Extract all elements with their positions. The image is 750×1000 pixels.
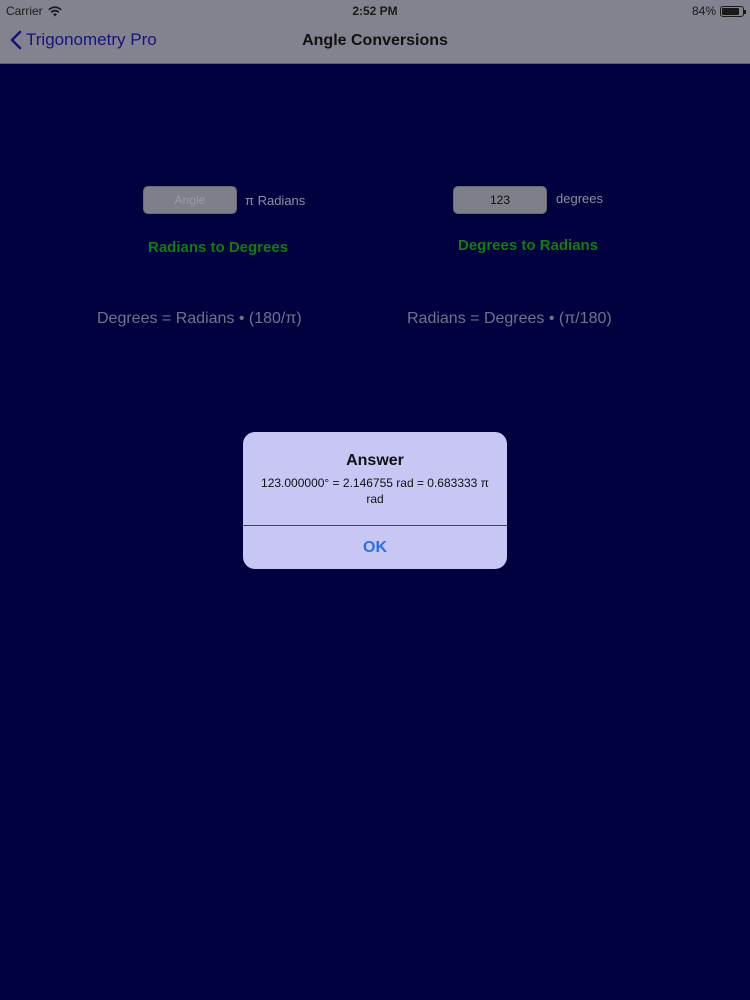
radians-input[interactable] [143, 186, 237, 214]
nav-bar: Trigonometry Pro Angle Conversions [0, 22, 750, 63]
degrees-to-radians-formula: Radians = Degrees • (π/180) [407, 310, 612, 327]
radians-unit-label: π Radians [245, 193, 306, 208]
degrees-input[interactable] [453, 186, 547, 214]
page-title: Angle Conversions [302, 32, 448, 49]
alert-message: 123.000000° = 2.146755 rad = 0.683333 π … [261, 476, 489, 506]
battery-tip [744, 9, 746, 14]
status-battery: 84% [691, 4, 746, 18]
battery-icon [720, 5, 746, 17]
degrees-unit-label: degrees [556, 191, 603, 206]
alert-title: Answer [346, 452, 404, 469]
status-bar: Carrier 2:52 PM 84% [0, 0, 750, 22]
answer-alert: Answer 123.000000° = 2.146755 rad = 0.68… [243, 432, 507, 569]
screen: Carrier 2:52 PM 84% Trigonometry Pro Ang… [0, 0, 750, 1000]
radians-to-degrees-button[interactable]: Radians to Degrees [148, 239, 288, 256]
degrees-to-radians-button[interactable]: Degrees to Radians [458, 237, 598, 254]
status-time: 2:52 PM [352, 4, 398, 18]
battery-fill [722, 7, 739, 15]
battery-percent: 84% [691, 4, 716, 18]
radians-to-degrees-formula: Degrees = Radians • (180/π) [97, 310, 302, 327]
top-bars: Carrier 2:52 PM 84% Trigonometry Pro Ang… [0, 0, 750, 64]
ok-button[interactable]: OK [243, 526, 507, 569]
